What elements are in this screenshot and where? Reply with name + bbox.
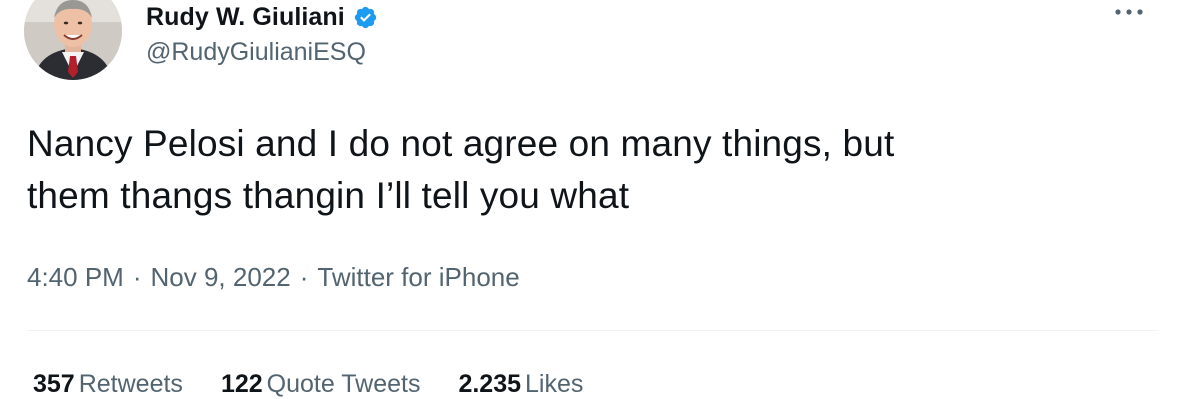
retweets-count: 357 <box>33 370 75 398</box>
quote-tweets-stat[interactable]: 122 Quote Tweets <box>221 370 421 399</box>
author-display-name[interactable]: Rudy W. Giuliani <box>146 3 345 32</box>
meta-separator: · <box>299 262 309 292</box>
likes-stat[interactable]: 2.235 Likes <box>458 370 583 399</box>
quote-tweets-count: 122 <box>220 370 263 398</box>
author-name-row: Rudy W. Giuliani <box>146 2 378 32</box>
more-options-button[interactable] <box>1112 0 1146 24</box>
profile-photo <box>24 0 122 80</box>
tweet-date[interactable]: Nov 9, 2022 <box>151 262 291 293</box>
likes-label: Likes <box>525 370 584 398</box>
divider <box>27 330 1159 331</box>
meta-separator: · <box>132 262 142 292</box>
quote-tweets-label: Quote Tweets <box>266 370 421 398</box>
more-horizontal-icon <box>1115 9 1143 15</box>
tweet-text: Nancy Pelosi and I do not agree on many … <box>27 118 1147 222</box>
verified-badge-icon[interactable] <box>353 5 378 30</box>
author-handle[interactable]: @RudyGiulianiESQ <box>146 38 366 67</box>
tweet-time[interactable]: 4:40 PM <box>27 262 124 293</box>
tweet-source[interactable]: Twitter for iPhone <box>317 262 519 293</box>
avatar[interactable] <box>24 0 122 80</box>
tweet-text-line: Nancy Pelosi and I do not agree on many … <box>27 123 895 164</box>
retweets-stat[interactable]: 357 Retweets <box>33 370 183 399</box>
tweet-stats: 357 Retweets 122 Quote Tweets 2.235 Likes <box>33 370 583 399</box>
tweet-text-line: them thangs thangin I’ll tell you what <box>27 175 630 216</box>
likes-count: 2.235 <box>458 370 522 398</box>
retweets-label: Retweets <box>78 370 183 398</box>
tweet-meta: 4:40 PM · Nov 9, 2022 · Twitter for iPho… <box>27 262 520 293</box>
